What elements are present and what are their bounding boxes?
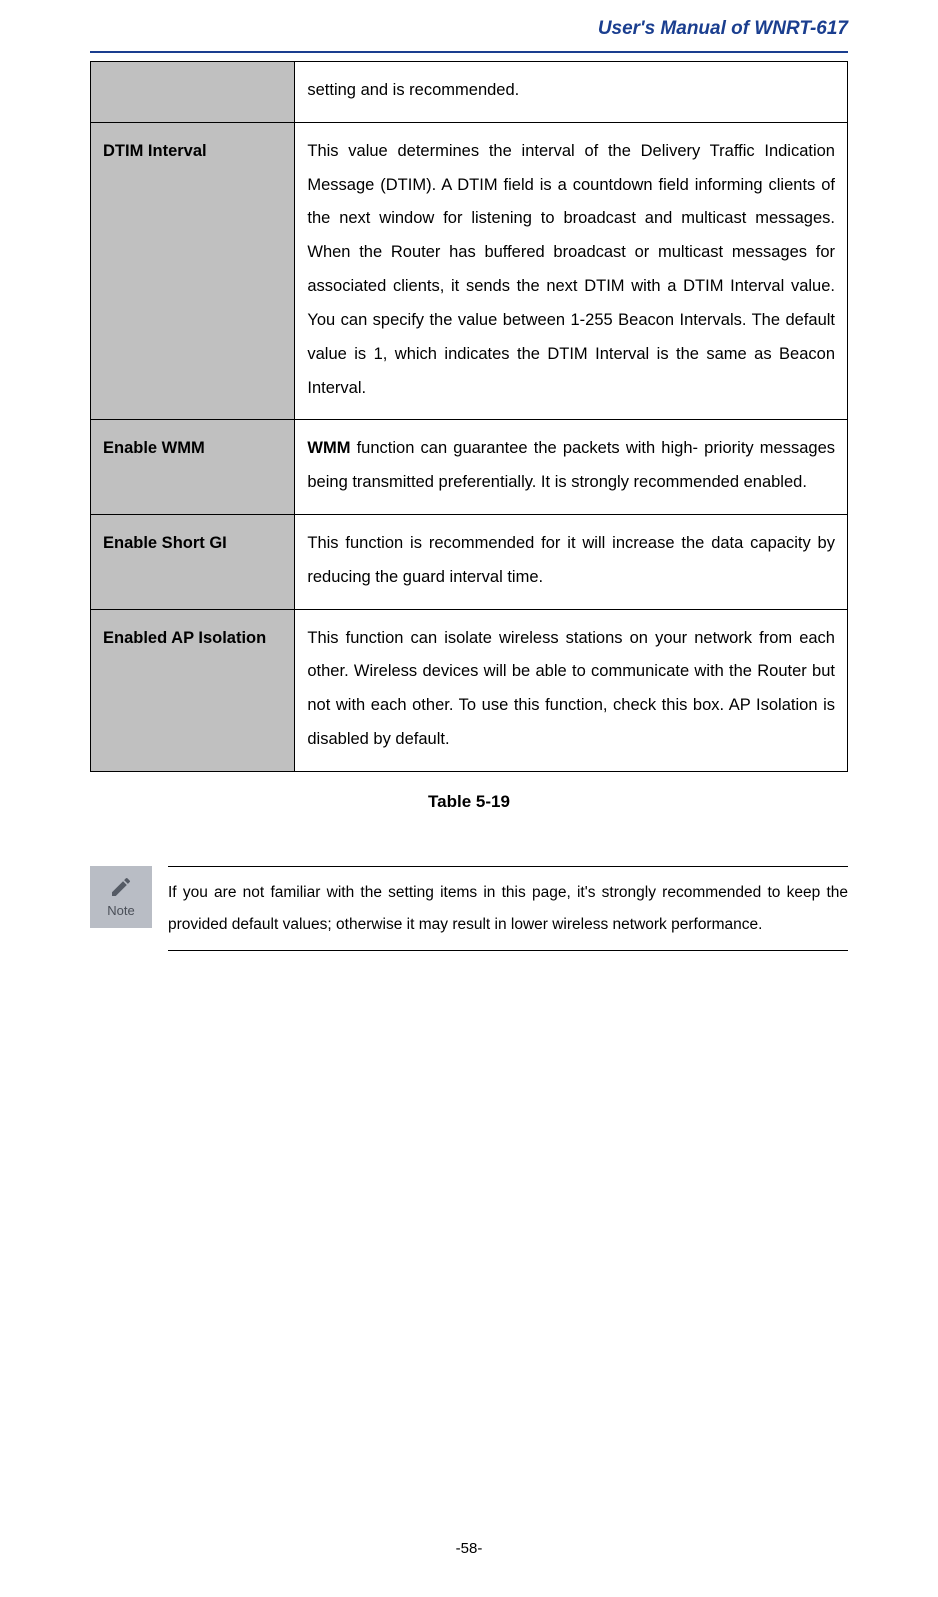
row-desc-bold: WMM <box>307 439 350 457</box>
row-label <box>91 62 295 123</box>
note-icon: Note <box>90 866 152 928</box>
row-label: DTIM Interval <box>91 122 295 420</box>
page-header: User's Manual of WNRT-617 <box>0 0 938 48</box>
row-description: This function is recommended for it will… <box>295 514 848 609</box>
row-description: setting and is recommended. <box>295 62 848 123</box>
row-description: This value determines the interval of th… <box>295 122 848 420</box>
note-block: Note If you are not familiar with the se… <box>90 860 848 958</box>
note-rule-top <box>168 866 848 867</box>
note-icon-label: Note <box>107 903 134 918</box>
table-row: Enabled AP Isolation This function can i… <box>91 609 848 771</box>
table-row: setting and is recommended. <box>91 62 848 123</box>
row-desc-rest: function can guarantee the packets with … <box>307 439 835 491</box>
table-row: DTIM Interval This value determines the … <box>91 122 848 420</box>
row-label: Enable WMM <box>91 420 295 515</box>
row-description: WMM function can guarantee the packets w… <box>295 420 848 515</box>
note-text: If you are not familiar with the setting… <box>168 877 848 941</box>
settings-table: setting and is recommended. DTIM Interva… <box>90 61 848 772</box>
row-label: Enable Short GI <box>91 514 295 609</box>
pencil-icon <box>109 875 133 899</box>
table-row: Enable Short GI This function is recomme… <box>91 514 848 609</box>
note-text-wrap: If you are not familiar with the setting… <box>168 860 848 958</box>
table-caption: Table 5-19 <box>0 792 938 812</box>
note-rule-bottom <box>168 950 848 951</box>
table-row: Enable WMM WMM function can guarantee th… <box>91 420 848 515</box>
page-number: -58- <box>0 1540 938 1557</box>
header-title: User's Manual of WNRT-617 <box>598 18 848 39</box>
row-description: This function can isolate wireless stati… <box>295 609 848 771</box>
row-label: Enabled AP Isolation <box>91 609 295 771</box>
header-rule <box>90 51 848 53</box>
